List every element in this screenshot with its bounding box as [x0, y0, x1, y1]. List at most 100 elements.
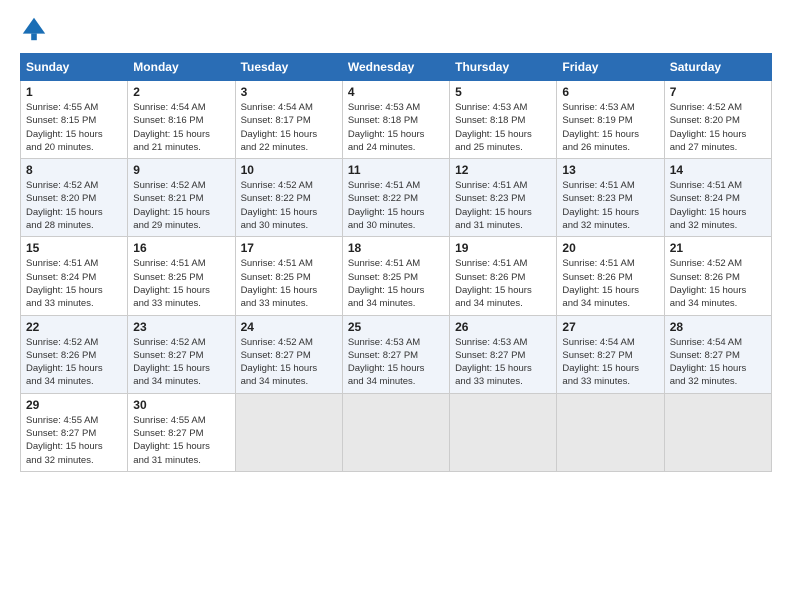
day-number: 18: [348, 241, 444, 255]
day-number: 11: [348, 163, 444, 177]
day-number: 19: [455, 241, 551, 255]
day-cell-28: 28 Sunrise: 4:54 AM Sunset: 8:27 PM Dayli…: [664, 315, 771, 393]
day-cell-7: 7Sunrise: 4:52 AM Sunset: 8:20 PM Daylig…: [664, 81, 771, 159]
day-number: 5: [455, 85, 551, 99]
day-number: 3: [241, 85, 337, 99]
day-cell-23: 23 Sunrise: 4:52 AM Sunset: 8:27 PM Dayli…: [128, 315, 235, 393]
day-number: 20: [562, 241, 658, 255]
empty-cell: [342, 393, 449, 471]
day-info: Sunrise: 4:52 AM Sunset: 8:27 PM Dayligh…: [241, 337, 318, 388]
calendar-week-2: 8 Sunrise: 4:52 AM Sunset: 8:20 PM Daylig…: [21, 159, 772, 237]
day-info: Sunrise: 4:55 AM Sunset: 8:15 PM Dayligh…: [26, 102, 103, 153]
day-number: 17: [241, 241, 337, 255]
day-cell-17: 17Sunrise: 4:51 AM Sunset: 8:25 PM Dayli…: [235, 237, 342, 315]
day-cell-22: 22 Sunrise: 4:52 AM Sunset: 8:26 PM Dayli…: [21, 315, 128, 393]
day-cell-15: 15 Sunrise: 4:51 AM Sunset: 8:24 PM Dayli…: [21, 237, 128, 315]
day-info: Sunrise: 4:53 AM Sunset: 8:18 PM Dayligh…: [455, 102, 532, 153]
day-number: 14: [670, 163, 766, 177]
day-info: Sunrise: 4:53 AM Sunset: 8:27 PM Dayligh…: [348, 337, 425, 388]
empty-cell: [235, 393, 342, 471]
day-info: Sunrise: 4:54 AM Sunset: 8:16 PM Dayligh…: [133, 102, 210, 153]
page: SundayMondayTuesdayWednesdayThursdayFrid…: [0, 0, 792, 612]
day-cell-27: 27 Sunrise: 4:54 AM Sunset: 8:27 PM Dayli…: [557, 315, 664, 393]
day-cell-9: 9 Sunrise: 4:52 AM Sunset: 8:21 PM Daylig…: [128, 159, 235, 237]
day-info: Sunrise: 4:51 AM Sunset: 8:26 PM Dayligh…: [455, 258, 532, 309]
day-number: 25: [348, 320, 444, 334]
day-info: Sunrise: 4:52 AM Sunset: 8:26 PM Dayligh…: [670, 258, 747, 309]
day-number: 21: [670, 241, 766, 255]
day-info: Sunrise: 4:52 AM Sunset: 8:21 PM Dayligh…: [133, 180, 210, 231]
day-cell-12: 12 Sunrise: 4:51 AM Sunset: 8:23 PM Dayli…: [450, 159, 557, 237]
day-cell-19: 19 Sunrise: 4:51 AM Sunset: 8:26 PM Dayli…: [450, 237, 557, 315]
day-cell-8: 8 Sunrise: 4:52 AM Sunset: 8:20 PM Daylig…: [21, 159, 128, 237]
day-cell-16: 16 Sunrise: 4:51 AM Sunset: 8:25 PM Dayli…: [128, 237, 235, 315]
day-cell-25: 25 Sunrise: 4:53 AM Sunset: 8:27 PM Dayli…: [342, 315, 449, 393]
day-cell-29: 29Sunrise: 4:55 AM Sunset: 8:27 PM Dayli…: [21, 393, 128, 471]
day-cell-20: 20Sunrise: 4:51 AM Sunset: 8:26 PM Dayli…: [557, 237, 664, 315]
weekday-header-row: SundayMondayTuesdayWednesdayThursdayFrid…: [21, 54, 772, 81]
day-cell-30: 30Sunrise: 4:55 AM Sunset: 8:27 PM Dayli…: [128, 393, 235, 471]
empty-cell: [664, 393, 771, 471]
day-info: Sunrise: 4:51 AM Sunset: 8:24 PM Dayligh…: [26, 258, 103, 309]
day-number: 22: [26, 320, 122, 334]
day-number: 23: [133, 320, 229, 334]
day-number: 9: [133, 163, 229, 177]
day-info: Sunrise: 4:53 AM Sunset: 8:18 PM Dayligh…: [348, 102, 425, 153]
day-number: 6: [562, 85, 658, 99]
weekday-header-monday: Monday: [128, 54, 235, 81]
day-info: Sunrise: 4:54 AM Sunset: 8:27 PM Dayligh…: [670, 337, 747, 388]
day-number: 4: [348, 85, 444, 99]
day-info: Sunrise: 4:52 AM Sunset: 8:20 PM Dayligh…: [26, 180, 103, 231]
calendar-week-4: 22 Sunrise: 4:52 AM Sunset: 8:26 PM Dayli…: [21, 315, 772, 393]
day-number: 27: [562, 320, 658, 334]
day-cell-1: 1 Sunrise: 4:55 AM Sunset: 8:15 PM Daylig…: [21, 81, 128, 159]
day-cell-14: 14 Sunrise: 4:51 AM Sunset: 8:24 PM Dayli…: [664, 159, 771, 237]
day-number: 7: [670, 85, 766, 99]
logo-icon: [20, 15, 48, 43]
day-cell-26: 26Sunrise: 4:53 AM Sunset: 8:27 PM Dayli…: [450, 315, 557, 393]
day-number: 28: [670, 320, 766, 334]
day-info: Sunrise: 4:51 AM Sunset: 8:25 PM Dayligh…: [348, 258, 425, 309]
day-cell-11: 11 Sunrise: 4:51 AM Sunset: 8:22 PM Dayli…: [342, 159, 449, 237]
day-number: 15: [26, 241, 122, 255]
day-cell-24: 24 Sunrise: 4:52 AM Sunset: 8:27 PM Dayli…: [235, 315, 342, 393]
day-number: 16: [133, 241, 229, 255]
day-number: 24: [241, 320, 337, 334]
weekday-header-friday: Friday: [557, 54, 664, 81]
weekday-header-sunday: Sunday: [21, 54, 128, 81]
calendar-week-5: 29Sunrise: 4:55 AM Sunset: 8:27 PM Dayli…: [21, 393, 772, 471]
calendar-week-1: 1 Sunrise: 4:55 AM Sunset: 8:15 PM Daylig…: [21, 81, 772, 159]
day-cell-3: 3Sunrise: 4:54 AM Sunset: 8:17 PM Daylig…: [235, 81, 342, 159]
day-info: Sunrise: 4:52 AM Sunset: 8:27 PM Dayligh…: [133, 337, 210, 388]
day-number: 10: [241, 163, 337, 177]
calendar-table: SundayMondayTuesdayWednesdayThursdayFrid…: [20, 53, 772, 472]
header: [20, 15, 772, 43]
day-info: Sunrise: 4:51 AM Sunset: 8:23 PM Dayligh…: [562, 180, 639, 231]
day-number: 30: [133, 398, 229, 412]
day-cell-5: 5 Sunrise: 4:53 AM Sunset: 8:18 PM Daylig…: [450, 81, 557, 159]
day-info: Sunrise: 4:51 AM Sunset: 8:25 PM Dayligh…: [133, 258, 210, 309]
day-info: Sunrise: 4:51 AM Sunset: 8:23 PM Dayligh…: [455, 180, 532, 231]
day-cell-10: 10 Sunrise: 4:52 AM Sunset: 8:22 PM Dayli…: [235, 159, 342, 237]
day-cell-21: 21 Sunrise: 4:52 AM Sunset: 8:26 PM Dayli…: [664, 237, 771, 315]
day-info: Sunrise: 4:54 AM Sunset: 8:27 PM Dayligh…: [562, 337, 639, 388]
day-info: Sunrise: 4:53 AM Sunset: 8:19 PM Dayligh…: [562, 102, 639, 153]
empty-cell: [450, 393, 557, 471]
weekday-header-thursday: Thursday: [450, 54, 557, 81]
day-info: Sunrise: 4:51 AM Sunset: 8:22 PM Dayligh…: [348, 180, 425, 231]
day-info: Sunrise: 4:51 AM Sunset: 8:24 PM Dayligh…: [670, 180, 747, 231]
day-number: 26: [455, 320, 551, 334]
day-number: 12: [455, 163, 551, 177]
logo: [20, 15, 52, 43]
calendar-week-3: 15 Sunrise: 4:51 AM Sunset: 8:24 PM Dayli…: [21, 237, 772, 315]
day-cell-13: 13Sunrise: 4:51 AM Sunset: 8:23 PM Dayli…: [557, 159, 664, 237]
day-cell-2: 2 Sunrise: 4:54 AM Sunset: 8:16 PM Daylig…: [128, 81, 235, 159]
day-info: Sunrise: 4:52 AM Sunset: 8:26 PM Dayligh…: [26, 337, 103, 388]
day-info: Sunrise: 4:52 AM Sunset: 8:22 PM Dayligh…: [241, 180, 318, 231]
day-number: 8: [26, 163, 122, 177]
day-cell-18: 18 Sunrise: 4:51 AM Sunset: 8:25 PM Dayli…: [342, 237, 449, 315]
day-info: Sunrise: 4:55 AM Sunset: 8:27 PM Dayligh…: [26, 415, 103, 466]
day-number: 1: [26, 85, 122, 99]
day-cell-4: 4 Sunrise: 4:53 AM Sunset: 8:18 PM Daylig…: [342, 81, 449, 159]
day-number: 2: [133, 85, 229, 99]
